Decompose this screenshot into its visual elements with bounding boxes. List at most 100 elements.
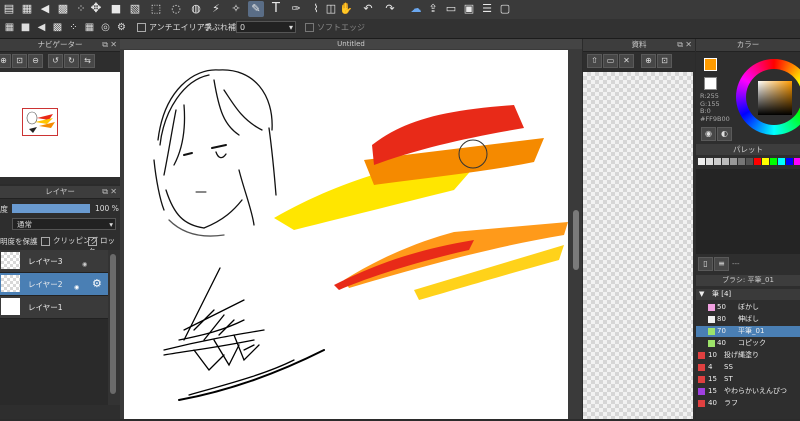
canvas-tab[interactable]: Untitled: [120, 39, 582, 49]
left-icon[interactable]: ◀: [37, 1, 53, 17]
hue-wheel[interactable]: [736, 59, 800, 135]
comment-icon[interactable]: ▭: [443, 1, 459, 17]
visibility-icon[interactable]: ◉: [74, 284, 79, 291]
brush-options-icon[interactable]: ≡: [714, 257, 729, 271]
brush-option-icon[interactable]: ▦: [2, 20, 17, 36]
square-icon[interactable]: ■: [108, 1, 124, 17]
fit-icon[interactable]: ⊡: [657, 54, 672, 68]
window-icon[interactable]: ▢: [497, 1, 513, 17]
brush-item[interactable]: 4 SS: [696, 362, 800, 373]
redo-icon[interactable]: ↷: [382, 1, 398, 17]
brush-group-header[interactable]: ▼ 筆 [4]: [696, 289, 800, 300]
brush-item-selected[interactable]: 70 平筆_01: [696, 326, 800, 337]
upload-icon[interactable]: ⇧: [587, 54, 602, 68]
navigator-title: ナビゲーター ⧉ ✕: [0, 39, 120, 52]
cloud-icon[interactable]: ☁: [408, 1, 424, 17]
rotate-left-icon[interactable]: ↺: [48, 54, 63, 68]
visibility-icon[interactable]: ◉: [82, 261, 87, 268]
color-mix-icon[interactable]: ◐: [717, 127, 732, 141]
materials-title: 資料 ⧉ ✕: [583, 39, 695, 52]
hex-value: #FF9B00: [700, 114, 730, 123]
soft-edge-toggle[interactable]: ソフトエッジ: [305, 22, 365, 33]
brush-item[interactable]: 15 ST: [696, 374, 800, 385]
gear-option-icon[interactable]: ⚙: [114, 20, 129, 36]
rotate-right-icon[interactable]: ↻: [64, 54, 79, 68]
layer-list: レイヤー3 ◉ レイヤー2 ◉ ⚙ レイヤー1: [0, 250, 108, 405]
close-icon[interactable]: ✕: [110, 186, 117, 198]
color-panel: カラー R:255 G:155 B:0 #FF9B00 ◉ ◐ パレット ▯ ≡…: [696, 39, 800, 419]
background-color-swatch[interactable]: [704, 77, 717, 90]
antialias-toggle[interactable]: アンチエイリアス: [137, 22, 213, 33]
brush-item[interactable]: 15 やわらかいえんぴつ: [696, 386, 800, 397]
blend-mode-select[interactable]: 通常 ▾: [12, 218, 116, 230]
palette-area[interactable]: [696, 169, 800, 254]
document-icon[interactable]: ▣: [461, 1, 477, 17]
palette-title: パレット: [696, 144, 800, 155]
zoom-out-icon[interactable]: ⊖: [28, 54, 43, 68]
zoom-fit-icon[interactable]: ⊡: [12, 54, 27, 68]
eyedropper-icon[interactable]: ⌇: [308, 1, 324, 17]
notes-icon[interactable]: ☰: [479, 1, 495, 17]
pattern-icon[interactable]: ▩: [55, 1, 71, 17]
share-icon[interactable]: ⇪: [425, 1, 441, 17]
grid-icon[interactable]: ▦: [19, 1, 35, 17]
close-icon[interactable]: ✕: [110, 39, 117, 51]
float-icon[interactable]: ⧉: [102, 39, 108, 51]
layer-row-1[interactable]: レイヤー1: [0, 296, 108, 319]
hatch-icon[interactable]: ▧: [127, 1, 143, 17]
ring-option-icon[interactable]: ◎: [98, 20, 113, 36]
text-icon[interactable]: T: [268, 1, 284, 17]
gradient-icon[interactable]: ✑: [288, 1, 304, 17]
sketch-head: [153, 69, 277, 237]
palette-swatches[interactable]: [696, 156, 800, 168]
close-icon[interactable]: ✕: [685, 39, 692, 51]
canvas-scrollbar[interactable]: [570, 50, 582, 419]
layer-scrollbar[interactable]: [108, 250, 120, 405]
lasso-icon[interactable]: ◌: [168, 1, 184, 17]
brush-icon[interactable]: ✎: [248, 1, 264, 17]
zoom-in-icon[interactable]: ⊕: [0, 54, 11, 68]
wand-icon[interactable]: ⚡: [208, 1, 224, 17]
brush-item[interactable]: 50 ぼかし: [696, 302, 800, 313]
brush-item[interactable]: 40 ラフ: [696, 398, 800, 409]
opacity-slider[interactable]: [12, 204, 90, 213]
dots-option-icon[interactable]: ⁘: [66, 20, 81, 36]
drawing-canvas[interactable]: [124, 50, 568, 419]
hand-icon[interactable]: ✋: [338, 1, 354, 17]
marquee-icon[interactable]: ⬚: [148, 1, 164, 17]
float-icon[interactable]: ⧉: [102, 186, 108, 198]
move-icon[interactable]: ✥: [88, 1, 104, 17]
new-brush-icon[interactable]: ▯: [698, 257, 713, 271]
square-option-icon[interactable]: ■: [18, 20, 33, 36]
layer-row-3[interactable]: レイヤー3 ◉: [0, 250, 108, 273]
materials-canvas[interactable]: [583, 72, 693, 419]
pattern-option-icon[interactable]: ▩: [50, 20, 65, 36]
brush-item[interactable]: 80 伸ばし: [696, 314, 800, 325]
layer-row-2[interactable]: レイヤー2 ◉ ⚙: [0, 273, 108, 296]
folder-icon[interactable]: ▭: [603, 54, 618, 68]
float-icon[interactable]: ⧉: [677, 39, 683, 51]
close-icon[interactable]: ✕: [619, 54, 634, 68]
color-mode-icon[interactable]: ◉: [701, 127, 716, 141]
brush-item[interactable]: 40 コピック: [696, 338, 800, 349]
stabilizer-select[interactable]: 0 ▾: [236, 21, 296, 33]
grid-option-icon[interactable]: ▦: [82, 20, 97, 36]
layers-icon[interactable]: ▤: [1, 1, 17, 17]
saturation-value-square[interactable]: [758, 81, 792, 115]
brush-item[interactable]: 10 投げ縄塗り: [696, 350, 800, 361]
wand-select-icon[interactable]: ✧: [228, 1, 244, 17]
brush-list: ▼ 筆 [4] 50 ぼかし 80 伸ばし 70 平筆_01 40 コピック 10 投げ縄塗…: [696, 289, 800, 419]
dotted-lasso-icon[interactable]: ◍: [188, 1, 204, 17]
protect-alpha-label[interactable]: 明度を保護: [0, 236, 38, 247]
gear-icon[interactable]: ⚙: [92, 277, 102, 290]
flip-icon[interactable]: ⇆: [80, 54, 95, 68]
navigator-viewport[interactable]: [22, 108, 58, 136]
soft-edge-label: ソフトエッジ: [317, 23, 365, 32]
foreground-color-swatch[interactable]: [704, 58, 717, 71]
navigator-preview[interactable]: [0, 72, 120, 177]
eraser-icon[interactable]: ◫: [323, 1, 339, 17]
zoom-in-icon[interactable]: ⊕: [641, 54, 656, 68]
left-option-icon[interactable]: ◀: [34, 20, 49, 36]
undo-icon[interactable]: ↶: [360, 1, 376, 17]
dots-icon[interactable]: ⁘: [73, 1, 89, 17]
